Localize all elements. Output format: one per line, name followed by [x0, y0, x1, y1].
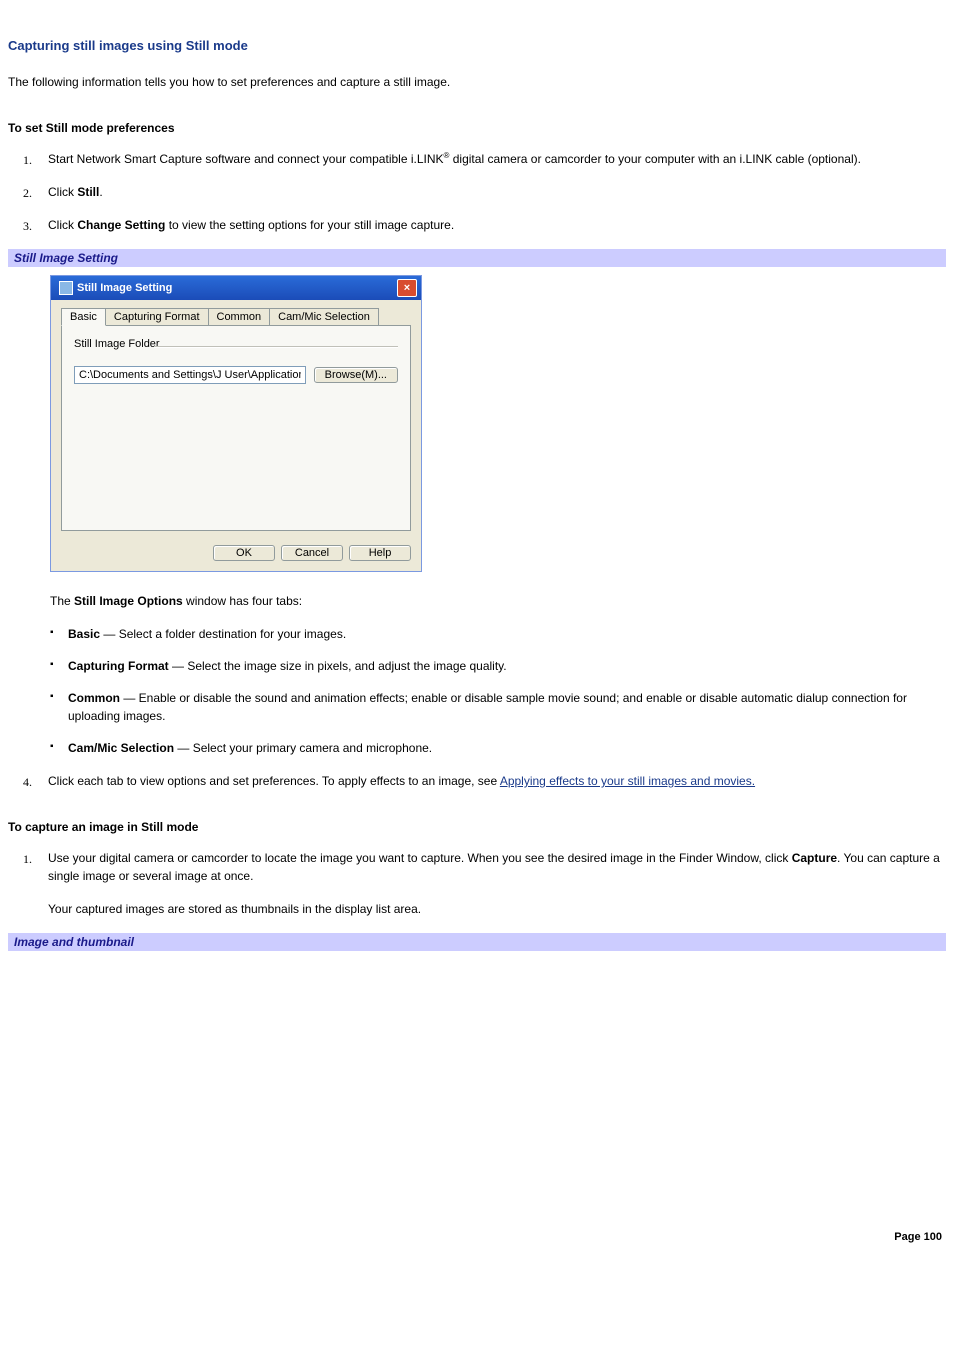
tab-basic[interactable]: Basic [61, 308, 106, 326]
step-number: 3. [23, 217, 32, 235]
intro-text: The following information tells you how … [8, 73, 946, 91]
text: The [50, 594, 74, 608]
tab-common[interactable]: Common [208, 308, 271, 325]
step-b1: 1. Use your digital camera or camcorder … [48, 849, 946, 918]
bullet-bold: Common [68, 691, 120, 705]
bullet-cam-mic: Cam/Mic Selection — Select your primary … [68, 739, 946, 757]
step-number: 4. [23, 773, 32, 791]
dialog-titlebar: Still Image Setting × [51, 276, 421, 300]
step-text: digital camera or camcorder to your comp… [449, 152, 861, 166]
folder-path-input[interactable] [74, 366, 306, 384]
step-text: to view the setting options for your sti… [165, 218, 454, 232]
step-4: 4. Click each tab to view options and se… [48, 772, 946, 790]
step-bold: Still [77, 185, 99, 199]
bullet-text: — Select the image size in pixels, and a… [169, 659, 507, 673]
step-text: Use your digital camera or camcorder to … [48, 851, 792, 865]
step-1: 1. Start Network Smart Capture software … [48, 150, 946, 168]
step-number: 1. [23, 151, 32, 169]
step-text: Click [48, 218, 77, 232]
steps-list-a-cont: 4. Click each tab to view options and se… [8, 772, 946, 790]
steps-list-b: 1. Use your digital camera or camcorder … [8, 849, 946, 918]
bullet-bold: Capturing Format [68, 659, 169, 673]
dialog-footer: OK Cancel Help [51, 539, 421, 571]
fieldset-separator [154, 346, 398, 348]
fieldset-label: Still Image Folder [74, 338, 398, 350]
bullet-bold: Cam/Mic Selection [68, 741, 174, 755]
step-number: 1. [23, 850, 32, 868]
page-footer: Page 100 [8, 1231, 946, 1243]
step-text: Click [48, 185, 77, 199]
step-2: 2. Click Still. [48, 183, 946, 201]
step-para-2: Your captured images are stored as thumb… [48, 900, 946, 918]
step-text: Start Network Smart Capture software and… [48, 152, 444, 166]
tab-capturing-format[interactable]: Capturing Format [105, 308, 209, 325]
bullet-common: Common — Enable or disable the sound and… [68, 689, 946, 725]
dialog-title-icon [59, 281, 73, 295]
ok-button[interactable]: OK [213, 545, 275, 561]
link-applying-effects[interactable]: Applying effects to your still images an… [500, 774, 755, 788]
dialog-title: Still Image Setting [77, 282, 172, 294]
browse-button[interactable]: Browse(M)... [314, 367, 398, 383]
cancel-button[interactable]: Cancel [281, 545, 343, 561]
text: window has four tabs: [183, 594, 302, 608]
tab-cam-mic-selection[interactable]: Cam/Mic Selection [269, 308, 379, 325]
sub-intro: The Still Image Options window has four … [50, 592, 946, 610]
step-number: 2. [23, 184, 32, 202]
section-heading-capture: To capture an image in Still mode [8, 820, 946, 834]
bullet-capturing-format: Capturing Format — Select the image size… [68, 657, 946, 675]
page-title: Capturing still images using Still mode [8, 38, 946, 53]
tab-description-list: Basic — Select a folder destination for … [8, 625, 946, 757]
step-text: . [99, 185, 102, 199]
close-icon: × [404, 282, 410, 294]
bullet-text: — Select your primary camera and microph… [174, 741, 432, 755]
help-button[interactable]: Help [349, 545, 411, 561]
still-image-setting-dialog: Still Image Setting × Basic Capturing Fo… [50, 275, 422, 572]
step-bold: Capture [792, 851, 837, 865]
tab-panel-basic: Still Image Folder Browse(M)... [61, 325, 411, 531]
image-caption-still-image-setting: Still Image Setting [8, 249, 946, 267]
close-button[interactable]: × [397, 279, 417, 297]
tab-strip: Basic Capturing Format Common Cam/Mic Se… [61, 308, 411, 325]
bullet-text: — Select a folder destination for your i… [100, 627, 346, 641]
step-bold: Change Setting [77, 218, 165, 232]
step-3: 3. Click Change Setting to view the sett… [48, 216, 946, 234]
text-bold: Still Image Options [74, 594, 183, 608]
bullet-text: — Enable or disable the sound and animat… [68, 691, 907, 723]
image-caption-image-thumbnail: Image and thumbnail [8, 933, 946, 951]
steps-list-a: 1. Start Network Smart Capture software … [8, 150, 946, 234]
bullet-bold: Basic [68, 627, 100, 641]
section-heading-preferences: To set Still mode preferences [8, 121, 946, 135]
step-text: Click each tab to view options and set p… [48, 774, 500, 788]
bullet-basic: Basic — Select a folder destination for … [68, 625, 946, 643]
